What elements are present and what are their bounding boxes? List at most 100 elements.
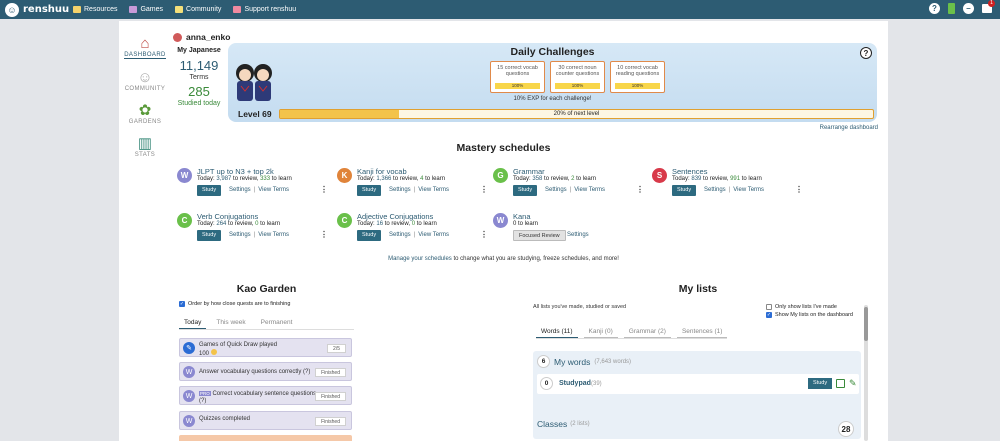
notification-badge: 1 [988, 0, 995, 7]
schedule-today: Today: 1,366 to review, 4 to learn [357, 176, 445, 182]
view-terms-link[interactable]: View Terms [258, 232, 289, 238]
settings-link[interactable]: Settings [389, 232, 411, 238]
rearrange-dashboard-link[interactable]: Rearrange dashboard [820, 125, 878, 131]
scrollbar-thumb[interactable] [864, 307, 868, 341]
today-text: 0 to learn [513, 221, 539, 227]
challenge-text: 10 correct vocab reading questions [615, 65, 660, 77]
book-icon [73, 6, 81, 13]
nav-support[interactable]: Support renshuu [233, 6, 296, 13]
schedule-name[interactable]: JLPT up to N3 + top 2k [197, 167, 274, 176]
schedule-name[interactable]: Adjective Conjugations [357, 212, 433, 221]
kebab-menu-icon[interactable]: ⋮ [320, 230, 328, 239]
quest-status: Finished [315, 392, 346, 401]
view-terms-link[interactable]: View Terms [733, 187, 764, 193]
today-label: Today: [197, 221, 215, 227]
lists-description: All lists you've made, studied or saved [533, 304, 627, 310]
kebab-menu-icon[interactable]: ⋮ [795, 185, 803, 194]
sidebar-item-dashboard[interactable]: ⌂ Dashboard [119, 35, 171, 59]
quest-item[interactable]: W Quizzes completed Finished [179, 411, 352, 430]
studypad-study-button[interactable]: Study [808, 378, 833, 389]
quest-item[interactable]: W PRO Correct vocabulary sentence questio… [179, 386, 352, 405]
schedule-name[interactable]: Kana [513, 212, 531, 221]
tab-grammar[interactable]: Grammar (2) [623, 326, 671, 338]
nav-games[interactable]: Games [129, 6, 163, 13]
daily-title: Daily Challenges [510, 46, 595, 58]
today-label: Today: [357, 176, 375, 182]
studypad-row[interactable]: 0 Studypad (39) Study ✎ [537, 374, 859, 394]
pencil-icon[interactable]: ✎ [849, 378, 857, 389]
daily-challenges: Daily Challenges ? 15 correct vocab ques… [228, 43, 877, 122]
study-button[interactable]: Study [357, 185, 382, 196]
kebab-menu-icon[interactable]: ⋮ [636, 185, 644, 194]
view-terms-link[interactable]: View Terms [258, 187, 289, 193]
username[interactable]: anna_enko [186, 32, 230, 42]
study-button[interactable]: Study [672, 185, 697, 196]
kebab-menu-icon[interactable]: ⋮ [320, 185, 328, 194]
settings-link[interactable]: Settings [229, 232, 251, 238]
tab-today[interactable]: Today [179, 317, 207, 329]
kebab-menu-icon[interactable]: ⋮ [480, 185, 488, 194]
quest-item[interactable]: W Answer vocabulary questions correctly (… [179, 362, 352, 381]
schedule-name[interactable]: Sentences [672, 167, 707, 176]
sidebar-item-gardens[interactable]: ✿ Gardens [119, 102, 171, 125]
view-terms-link[interactable]: View Terms [574, 187, 605, 193]
nav-community[interactable]: Community [175, 6, 221, 13]
schedule-badge-icon: K [337, 168, 352, 183]
garden-panel: ✓ Order by how close quests are to finish… [179, 301, 354, 330]
schedule-card: S Sentences Today: 839 to review, 991 to l… [652, 166, 803, 198]
classes-count: 28 [838, 421, 854, 437]
study-button[interactable]: Study [197, 230, 222, 241]
tab-words[interactable]: Words (11) [536, 326, 578, 338]
tab-permanent[interactable]: Permanent [256, 317, 298, 329]
settings-link[interactable]: Settings [704, 187, 726, 193]
lists-scrollbar[interactable] [864, 305, 868, 441]
help-icon[interactable]: ? [929, 3, 940, 14]
help-icon[interactable]: ? [860, 47, 872, 59]
classes-title[interactable]: Classes [537, 419, 567, 429]
manage-schedules-link[interactable]: Manage your schedules [388, 256, 452, 262]
settings-link[interactable]: Settings [545, 187, 567, 193]
studypad-count: 0 [540, 377, 553, 390]
study-button[interactable]: Study [357, 230, 382, 241]
tab-this-week[interactable]: This week [211, 317, 250, 329]
order-checkbox[interactable]: ✓ Order by how close quests are to finish… [179, 301, 354, 307]
quest-text: Answer vocabulary questions correctly (?… [199, 369, 311, 375]
schedule-links: Settings | View Terms [229, 232, 289, 238]
schedule-name[interactable]: Grammar [513, 167, 545, 176]
my-words-title[interactable]: My words [554, 357, 590, 367]
nav-label: Community [186, 6, 222, 13]
tab-kanji[interactable]: Kanji (0) [583, 326, 618, 338]
schedule-name[interactable]: Verb Conjugations [197, 212, 258, 221]
minus-icon[interactable]: – [963, 3, 974, 14]
today-label: Today: [357, 221, 375, 227]
challenge-card: 15 correct vocab questions 100% [490, 61, 545, 93]
notifications-icon[interactable]: 1 [982, 0, 995, 13]
settings-link[interactable]: Settings [389, 187, 411, 193]
view-terms-link[interactable]: View Terms [418, 232, 449, 238]
dashboard-panel: ⌂ Dashboard ☺ Community ✿ Gardens ▥ Stats an… [119, 21, 888, 441]
pro-tag: PRO [199, 391, 211, 396]
tab-sentences[interactable]: Sentences (1) [676, 326, 728, 338]
show-on-dashboard-checkbox[interactable]: ✓ Show My lists on the dashboard [766, 312, 853, 318]
schedule-name[interactable]: Kanji for vocab [357, 167, 407, 176]
study-button[interactable]: Focused Review [513, 230, 566, 241]
calendar-icon[interactable] [836, 379, 845, 388]
checkbox-checked-icon: ✓ [766, 312, 772, 318]
settings-link[interactable]: Settings [229, 187, 251, 193]
study-button[interactable]: Study [197, 185, 222, 196]
quest-item[interactable]: ✎ Games of Quick Draw played 100 2/5 [179, 338, 352, 357]
nav-resources[interactable]: Resources [73, 6, 117, 13]
only-mine-checkbox[interactable]: Only show lists I've made [766, 304, 837, 310]
learn-count: 4 [420, 176, 424, 182]
study-button[interactable]: Study [513, 185, 538, 196]
quest-item-partial [179, 435, 352, 441]
view-terms-link[interactable]: View Terms [418, 187, 449, 193]
sidebar-item-community[interactable]: ☺ Community [119, 69, 171, 92]
studypad-title[interactable]: Studypad [559, 380, 591, 387]
w-badge-icon: W [183, 366, 195, 378]
renshuu-logo[interactable]: ☺ renshuu [5, 2, 73, 17]
kebab-menu-icon[interactable]: ⋮ [480, 230, 488, 239]
schedule-today: Today: 264 to review, 0 to learn [197, 221, 280, 227]
phone-icon[interactable] [948, 3, 955, 14]
settings-link[interactable]: Settings [567, 232, 589, 238]
